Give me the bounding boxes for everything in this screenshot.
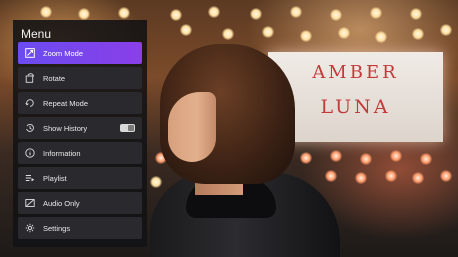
video-player[interactable]: AMBER LUNA Menu Zoom Mode Rotate Repeat … [0, 0, 458, 257]
settings-icon [24, 222, 36, 234]
menu-item-rotate[interactable]: Rotate [18, 67, 142, 89]
sign-text-line-1: AMBER [312, 62, 399, 83]
menu-item-label: Rotate [43, 73, 66, 83]
menu-title: Menu [21, 27, 52, 41]
toggle-knob [128, 125, 134, 131]
menu-item-repeat-mode[interactable]: Repeat Mode [18, 92, 142, 114]
menu-panel: Menu Zoom Mode Rotate Repeat Mode Show H… [13, 20, 147, 247]
rotate-icon [24, 72, 36, 84]
menu-item-playlist[interactable]: Playlist [18, 167, 142, 189]
menu-item-audio-only[interactable]: Audio Only [18, 192, 142, 214]
menu-item-information[interactable]: Information [18, 142, 142, 164]
zoom-mode-icon [24, 47, 36, 59]
audio-only-icon [24, 197, 36, 209]
menu-item-label: Show History [43, 123, 88, 133]
menu-item-label: Repeat Mode [43, 98, 89, 108]
person-face [168, 92, 216, 162]
menu-item-settings[interactable]: Settings [18, 217, 142, 239]
playlist-icon [24, 172, 36, 184]
repeat-icon [24, 97, 36, 109]
menu-item-label: Settings [43, 223, 71, 233]
history-icon [24, 122, 36, 134]
menu-item-label: Audio Only [43, 198, 80, 208]
show-history-toggle[interactable] [120, 124, 135, 132]
menu-item-zoom-mode[interactable]: Zoom Mode [18, 42, 142, 64]
menu-item-label: Playlist [43, 173, 67, 183]
menu-item-label: Zoom Mode [43, 48, 84, 58]
menu-item-show-history[interactable]: Show History [18, 117, 142, 139]
info-icon [24, 147, 36, 159]
menu-item-label: Information [43, 148, 81, 158]
